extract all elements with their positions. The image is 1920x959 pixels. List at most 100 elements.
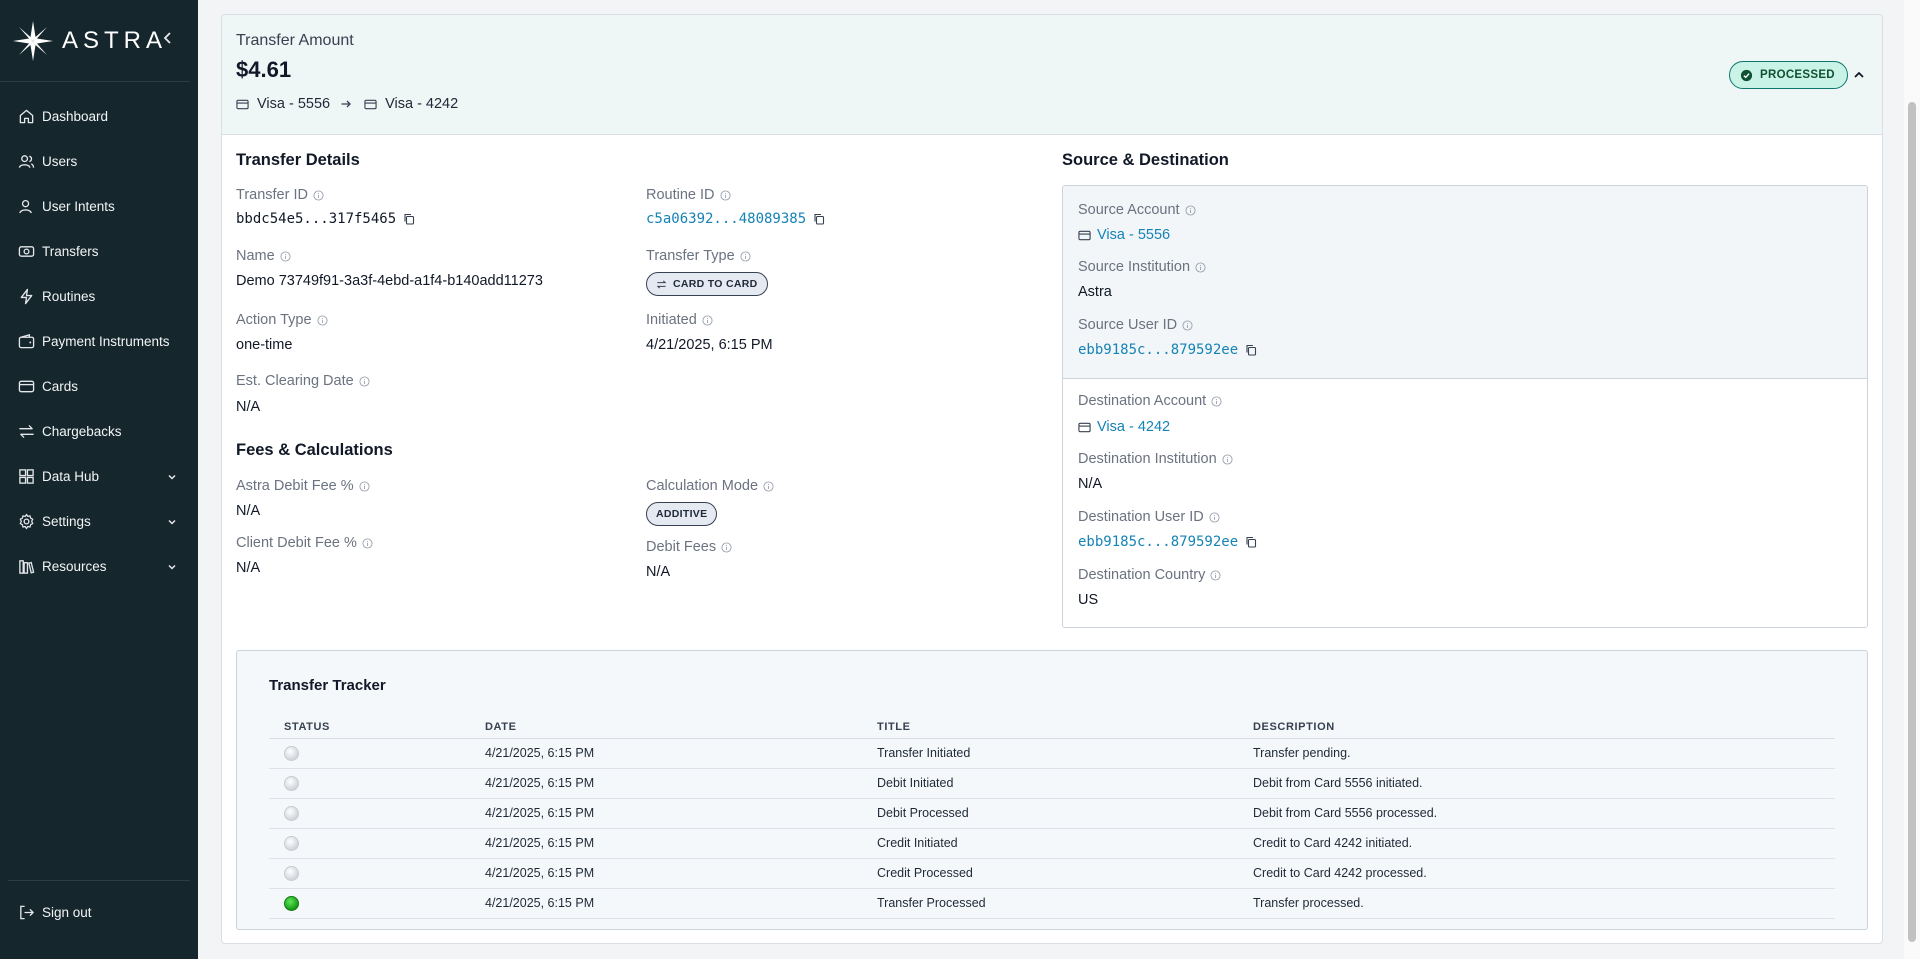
status-cell <box>269 768 470 799</box>
chevron-up-icon[interactable] <box>1852 68 1866 82</box>
sidebar-item-routines[interactable]: Routines <box>0 274 198 319</box>
sidebar-item-payment-instruments[interactable]: Payment Instruments <box>0 319 198 364</box>
table-row: 4/21/2025, 6:15 PM Transfer Processed Tr… <box>269 888 1835 919</box>
source-user-link[interactable]: ebb9185c...879592ee <box>1078 342 1238 358</box>
transfer-detail-card: Transfer Amount $4.61 Visa - 5556 Visa -… <box>221 14 1883 944</box>
gear-icon <box>19 513 34 530</box>
status-cell <box>269 828 470 859</box>
status-cell <box>269 798 470 829</box>
table-row: 4/21/2025, 6:15 PM Debit Initiated Debit… <box>269 768 1835 799</box>
source-user-label: Source User ID <box>1078 317 1193 333</box>
routine-id-value: c5a06392...48089385 <box>646 211 825 227</box>
chevron-down-icon <box>168 564 176 570</box>
sidebar-item-label: Users <box>42 154 78 169</box>
label-text: Name <box>236 248 275 264</box>
destination-country-value: US <box>1078 592 1099 608</box>
destination-account-link[interactable]: Visa - 4242 <box>1097 419 1170 435</box>
info-icon <box>740 250 751 262</box>
table-row: 4/21/2025, 6:15 PM Credit Processed Cred… <box>269 858 1835 889</box>
label-text: Transfer Type <box>646 248 735 264</box>
transfer-id-label: Transfer ID <box>236 187 324 203</box>
source-account-link[interactable]: Visa - 5556 <box>1097 227 1170 243</box>
status-cell <box>269 738 470 769</box>
clearing-date-value: N/A <box>236 399 261 415</box>
amount-label: Transfer Amount <box>236 32 354 49</box>
sidebar-item-transfers[interactable]: Transfers <box>0 229 198 274</box>
sidebar: ASTRA Dashboard Users User Intents Trans… <box>0 0 198 959</box>
copy-icon[interactable] <box>403 213 415 225</box>
sidebar-item-user-intents[interactable]: User Intents <box>0 184 198 229</box>
calc-mode-label: Calculation Mode <box>646 478 774 494</box>
debit-fees-value: N/A <box>646 564 671 580</box>
transfer-type-tag: CARD TO CARD <box>646 272 768 296</box>
status-dot-pending <box>284 775 299 791</box>
info-icon <box>1210 569 1221 581</box>
sidebar-item-label: Settings <box>42 514 91 529</box>
sidebar-item-cards[interactable]: Cards <box>0 364 198 409</box>
route-destination: Visa - 4242 <box>385 96 459 112</box>
sidebar-item-dashboard[interactable]: Dashboard <box>0 94 198 139</box>
sidebar-item-chargebacks[interactable]: Chargebacks <box>0 409 198 454</box>
status-dot-complete <box>284 895 299 911</box>
sidebar-item-resources[interactable]: Resources <box>0 544 198 589</box>
status-dot-pending <box>284 745 299 761</box>
description-cell: Debit from Card 5556 processed. <box>1238 798 1835 829</box>
column-header-title: TITLE <box>862 717 1238 739</box>
label-text: Calculation Mode <box>646 478 759 494</box>
routine-id-link[interactable]: c5a06392...48089385 <box>646 211 806 227</box>
copy-icon[interactable] <box>813 213 825 225</box>
transfer-amount: $4.61 <box>236 57 292 82</box>
sidebar-item-settings[interactable]: Settings <box>0 499 198 544</box>
description-cell: Debit from Card 5556 initiated. <box>1238 768 1835 799</box>
swap-icon <box>656 279 667 289</box>
status-cell <box>269 858 470 889</box>
scrollbar[interactable] <box>1904 0 1920 959</box>
debit-fees-label: Debit Fees <box>646 539 732 555</box>
collapse-sidebar-icon[interactable] <box>160 30 176 46</box>
info-icon <box>1185 204 1196 216</box>
title-cell: Credit Processed <box>862 858 1238 889</box>
copy-icon[interactable] <box>1245 344 1257 356</box>
info-icon <box>280 250 291 262</box>
transfer-type-label: Transfer Type <box>646 248 751 264</box>
card-icon <box>18 380 35 393</box>
sign-out-label: Sign out <box>42 905 92 920</box>
sidebar-item-label: Routines <box>42 289 96 304</box>
sidebar-item-label: Payment Instruments <box>42 334 170 349</box>
sign-out-button[interactable]: Sign out <box>0 890 198 935</box>
check-circle-icon <box>1740 69 1753 81</box>
routine-id-label: Routine ID <box>646 187 731 203</box>
source-destination-title: Source & Destination <box>1062 151 1229 169</box>
grid-icon <box>19 469 34 484</box>
scrollbar-thumb[interactable] <box>1908 102 1916 942</box>
info-icon <box>359 480 370 492</box>
label-text: Debit Fees <box>646 539 717 555</box>
source-account-label: Source Account <box>1078 202 1196 218</box>
label-text: Destination Country <box>1078 567 1206 583</box>
copy-icon[interactable] <box>1245 536 1257 548</box>
table-row: 4/21/2025, 6:15 PM Transfer Initiated Tr… <box>269 738 1835 769</box>
info-icon <box>1209 511 1220 523</box>
brand-name: ASTRA <box>62 26 168 54</box>
calc-mode-tag: ADDITIVE <box>646 502 718 526</box>
chevron-down-icon <box>168 519 176 525</box>
label-text: Client Debit Fee % <box>236 535 357 551</box>
destination-user-link[interactable]: ebb9185c...879592ee <box>1078 534 1238 550</box>
source-institution-label: Source Institution <box>1078 259 1206 275</box>
astra-fee-label: Astra Debit Fee % <box>236 478 370 494</box>
destination-account-label: Destination Account <box>1078 393 1222 409</box>
sidebar-item-users[interactable]: Users <box>0 139 198 184</box>
label-text: Routine ID <box>646 187 715 203</box>
sidebar-item-label: Cards <box>42 379 79 394</box>
source-user-value: ebb9185c...879592ee <box>1078 342 1257 358</box>
sidebar-item-label: User Intents <box>42 199 115 214</box>
label-text: Source Institution <box>1078 259 1191 275</box>
destination-institution-value: N/A <box>1078 476 1103 492</box>
status-badge: PROCESSED <box>1729 61 1848 89</box>
label-text: Destination User ID <box>1078 509 1204 525</box>
sign-out-icon <box>20 905 34 920</box>
sidebar-item-data-hub[interactable]: Data Hub <box>0 454 198 499</box>
info-icon <box>719 189 731 201</box>
client-fee-label: Client Debit Fee % <box>236 535 373 551</box>
date-cell: 4/21/2025, 6:15 PM <box>470 798 862 829</box>
